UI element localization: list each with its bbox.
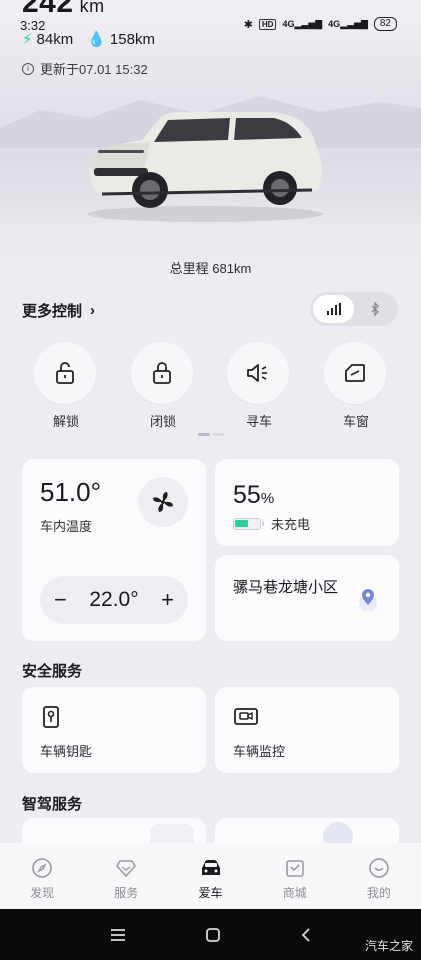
signal-mode-button[interactable] (313, 295, 354, 323)
find-car-icon (247, 364, 267, 382)
decrease-temp-button[interactable]: − (54, 587, 67, 613)
temperature-stepper[interactable]: − 22.0° + (40, 576, 188, 624)
info-icon: i (22, 62, 34, 75)
pager-dot-active (198, 433, 210, 436)
driving-section-title: 智驾服务 (22, 796, 83, 813)
location-pin-icon (359, 589, 377, 611)
signal-icon (326, 303, 341, 315)
profile-icon (369, 858, 389, 878)
menu-icon[interactable] (110, 928, 126, 942)
system-nav-bar (0, 909, 421, 960)
battery-card[interactable]: 55% 未充电 (215, 459, 399, 546)
electric-range: ⚡ 84km (22, 31, 74, 48)
range-total: 242 km (22, 0, 105, 20)
tab-discover[interactable]: 发现 (0, 843, 84, 909)
back-icon[interactable] (300, 927, 312, 943)
more-controls-link[interactable]: 更多控制 › (22, 300, 95, 321)
range-breakdown: ⚡ 84km 💧 158km (22, 30, 155, 48)
lock-icon (153, 362, 171, 384)
monitor-card[interactable]: 车辆监控 (215, 687, 399, 773)
safety-section-title: 安全服务 (22, 663, 83, 680)
monitor-label: 车辆监控 (233, 744, 286, 759)
location-card[interactable]: 骡马巷龙塘小区 (215, 555, 399, 641)
chevron-right-icon: › (90, 302, 96, 319)
signal-4g-icon: 4G▂▃▅▇ (282, 18, 323, 29)
fan-icon (153, 492, 173, 512)
car-image (87, 112, 323, 222)
unlock-icon (56, 362, 74, 384)
car-icon (201, 860, 220, 875)
set-temperature: 22.0° (89, 588, 139, 611)
tab-shop[interactable]: 商城 (253, 843, 337, 909)
bluetooth-icon (371, 302, 379, 316)
car-key-label: 车辆钥匙 (40, 744, 93, 759)
car-key-card[interactable]: 车辆钥匙 (22, 687, 206, 773)
battery-level-icon (233, 517, 264, 530)
connection-toggle[interactable] (310, 292, 398, 326)
battery-status: 82 (373, 17, 397, 31)
location-address: 骡马巷龙塘小区 (233, 579, 339, 596)
pager-dot (213, 433, 225, 436)
signal-4g-icon-2: 4G▂▃▅▇ (328, 18, 368, 29)
total-mileage: 总里程 681km (169, 261, 252, 276)
lock-button[interactable] (131, 342, 193, 404)
home-icon[interactable] (205, 927, 221, 943)
battery-percent: 55% (233, 481, 275, 509)
charge-status: 未充电 (271, 517, 311, 532)
increase-temp-button[interactable]: + (161, 587, 174, 613)
lock-control[interactable]: 闭锁 (131, 342, 195, 430)
tab-my-car[interactable]: 爱车 (168, 843, 252, 909)
bottom-tab-bar: 发现 服务 爱车 商城 我的 (0, 843, 421, 909)
climate-card[interactable]: 51.0° 车内温度 − 22.0° + (22, 459, 206, 641)
range-unit: km (79, 0, 105, 16)
charge-status-row: 未充电 (233, 514, 310, 533)
unlock-button[interactable] (34, 342, 96, 404)
diamond-icon (116, 860, 137, 877)
hd-badge: HD (258, 18, 277, 30)
shop-icon (285, 860, 304, 877)
fuel-drop-icon: 💧 (87, 31, 106, 48)
controls-pager (198, 433, 225, 436)
find-car-button[interactable] (227, 342, 289, 404)
fuel-range: 💧 158km (87, 31, 155, 48)
car-key-icon (43, 706, 59, 728)
find-car-control[interactable]: 寻车 (227, 342, 291, 430)
window-icon (345, 364, 365, 382)
status-icons: ✱ HD 4G▂▃▅▇ 4G▂▃▅▇ 82 (244, 17, 397, 31)
bluetooth-status-icon: ✱ (243, 18, 253, 31)
window-button[interactable] (324, 342, 386, 404)
tab-profile[interactable]: 我的 (337, 843, 421, 909)
bluetooth-mode-button[interactable] (354, 295, 395, 323)
range-value: 242 (22, 0, 74, 19)
interior-temp-label: 车内温度 (40, 519, 93, 534)
camera-monitor-icon (234, 708, 258, 725)
window-control[interactable]: 车窗 (324, 342, 388, 430)
watermark: 汽车之家 (364, 939, 413, 953)
tab-service[interactable]: 服务 (84, 843, 168, 909)
compass-icon (32, 858, 52, 878)
fan-button[interactable] (138, 477, 188, 527)
interior-temperature: 51.0° (40, 477, 102, 507)
lightning-icon: ⚡ (22, 31, 33, 48)
update-time: i 更新于07.01 15:32 (22, 59, 148, 78)
unlock-control[interactable]: 解锁 (34, 342, 98, 430)
